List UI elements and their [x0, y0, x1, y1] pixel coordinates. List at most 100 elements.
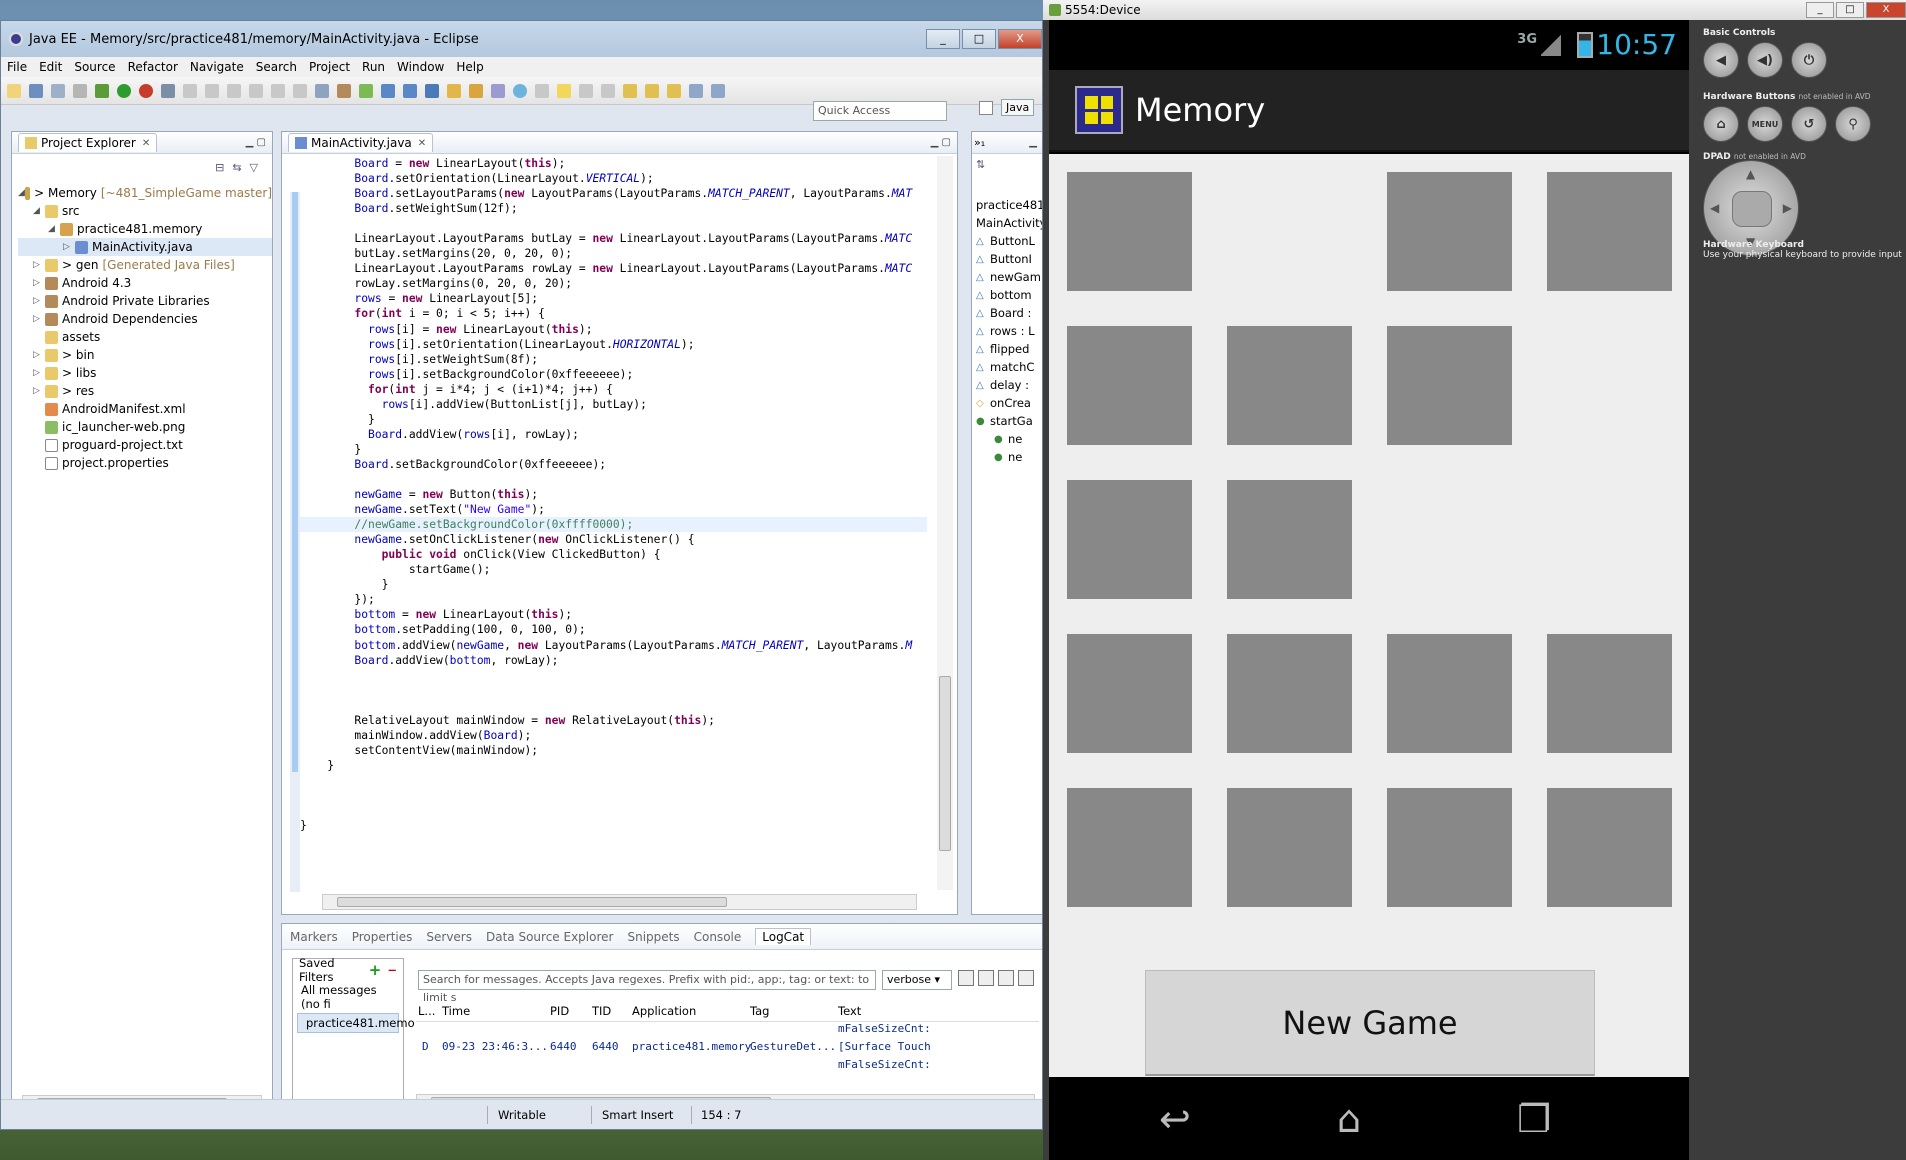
code-line[interactable]: [300, 472, 927, 487]
link-editor-icon[interactable]: ⇆: [232, 161, 241, 174]
menu-search[interactable]: Search: [256, 60, 297, 74]
code-line[interactable]: [300, 788, 927, 803]
memory-tile[interactable]: [1227, 788, 1352, 907]
save-icon[interactable]: [29, 83, 43, 98]
expand-toggle-icon[interactable]: ▷: [63, 242, 75, 252]
terminate-icon[interactable]: [227, 83, 241, 98]
tab-markers[interactable]: Markers: [290, 930, 338, 944]
outline-item[interactable]: △ matchC: [976, 358, 1042, 376]
code-line[interactable]: RelativeLayout mainWindow = new Relative…: [300, 713, 927, 728]
tab-mainactivity[interactable]: MainActivity.java ✕: [288, 133, 434, 152]
code-line[interactable]: newGame.setText("New Game");: [300, 502, 927, 517]
close-icon[interactable]: ✕: [142, 138, 150, 149]
log-row[interactable]: mFalseSizeCnt:: [416, 1058, 1039, 1076]
outline-item[interactable]: ● ne: [976, 448, 1042, 466]
menu-file[interactable]: File: [7, 60, 27, 74]
tab-logcat[interactable]: LogCat: [755, 928, 812, 945]
code-line[interactable]: newGame = new Button(this);: [300, 487, 927, 502]
memory-tile[interactable]: [1547, 172, 1672, 291]
code-line[interactable]: }: [300, 412, 927, 427]
quick-access-input[interactable]: Quick Access: [813, 101, 947, 121]
outline-item[interactable]: △ ButtonL: [976, 232, 1042, 250]
memory-tile[interactable]: [1067, 480, 1192, 599]
editor-hscroll[interactable]: [322, 894, 917, 910]
outline-item[interactable]: ● ne: [976, 430, 1042, 448]
memory-tile[interactable]: [1227, 326, 1352, 445]
outline-item[interactable]: ◇ onCrea: [976, 394, 1042, 412]
tree-item[interactable]: ◢ src: [18, 202, 272, 220]
code-line[interactable]: bottom.addView(newGame, new LayoutParams…: [300, 638, 927, 653]
code-line[interactable]: rows[i].setOrientation(LinearLayout.HORI…: [300, 337, 927, 352]
code-line[interactable]: Board.setWeightSum(12f);: [300, 201, 927, 216]
code-line[interactable]: }: [300, 442, 927, 457]
code-line[interactable]: }: [300, 758, 927, 773]
tree-item[interactable]: ▷ Android Private Libraries: [18, 292, 272, 310]
scroll-lock-icon[interactable]: [1018, 970, 1034, 986]
server-icon[interactable]: [315, 83, 329, 98]
code-line[interactable]: [300, 668, 927, 683]
code-line[interactable]: for(int i = 0; i < 5; i++) {: [300, 306, 927, 321]
toggle-mark-icon[interactable]: [535, 83, 549, 98]
outline-class[interactable]: MainActivity: [976, 214, 1042, 232]
code-line[interactable]: Board.addView(bottom, rowLay);: [300, 653, 927, 668]
menu-help[interactable]: Help: [456, 60, 483, 74]
tree-item[interactable]: ▷ Android Dependencies: [18, 310, 272, 328]
expand-toggle-icon[interactable]: ▷: [33, 278, 45, 288]
code-line[interactable]: LinearLayout.LayoutParams butLay = new L…: [300, 231, 927, 246]
memory-tile[interactable]: [1067, 172, 1192, 291]
code-line[interactable]: LinearLayout.LayoutParams rowLay = new L…: [300, 261, 927, 276]
code-line[interactable]: rows[i] = new LinearLayout(this);: [300, 322, 927, 337]
emu-maximize-button[interactable]: □: [1836, 2, 1864, 18]
code-line[interactable]: setContentView(mainWindow);: [300, 743, 927, 758]
code-line[interactable]: }: [300, 818, 927, 833]
back-hw-icon[interactable]: ↺: [1791, 106, 1827, 142]
code-line[interactable]: Board.addView(rows[i], rowLay);: [300, 427, 927, 442]
menu-navigate[interactable]: Navigate: [190, 60, 244, 74]
expand-toggle-icon[interactable]: ◢: [33, 206, 45, 216]
code-line[interactable]: [300, 683, 927, 698]
expand-toggle-icon[interactable]: ▷: [33, 368, 45, 378]
tree-item[interactable]: assets: [18, 328, 272, 346]
home-hw-icon[interactable]: ⌂: [1703, 106, 1739, 142]
code-line[interactable]: Board.setLayoutParams(new LayoutParams(L…: [300, 186, 927, 201]
tree-item[interactable]: ◢ > Memory [~481_SimpleGame master]: [18, 184, 272, 202]
run-icon[interactable]: [117, 83, 131, 98]
code-line[interactable]: [300, 216, 927, 231]
suspend-icon[interactable]: [205, 83, 219, 98]
code-line[interactable]: Board.setBackgroundColor(0xffeeeeee);: [300, 457, 927, 472]
expand-toggle-icon[interactable]: ▷: [33, 296, 45, 306]
col-application[interactable]: Application: [632, 1004, 696, 1018]
tab-data-source-explorer[interactable]: Data Source Explorer: [486, 930, 613, 944]
menu-hw-button[interactable]: MENU: [1747, 106, 1783, 142]
forward-icon[interactable]: [711, 83, 725, 98]
menu-edit[interactable]: Edit: [39, 60, 62, 74]
col-pid[interactable]: PID: [550, 1004, 569, 1018]
filter-practice481[interactable]: practice481.memo: [297, 1013, 415, 1033]
open-perspective-icon[interactable]: [979, 100, 993, 115]
outline-item[interactable]: △ bottom: [976, 286, 1042, 304]
code-line[interactable]: rows[i].addView(ButtonList[j], butLay);: [300, 397, 927, 412]
tree-item[interactable]: AndroidManifest.xml: [18, 400, 272, 418]
code-line[interactable]: });: [300, 592, 927, 607]
back-icon[interactable]: [689, 83, 703, 98]
prev-annotation-icon[interactable]: [645, 83, 659, 98]
print-icon[interactable]: [73, 83, 87, 98]
log-row[interactable]: D 09-23 23:46:3... 6440 6440 practice481.mem…: [416, 1040, 1039, 1058]
step-into-icon[interactable]: [249, 83, 263, 98]
memory-tile[interactable]: [1387, 326, 1512, 445]
external-tools-icon[interactable]: [139, 83, 153, 98]
code-line[interactable]: butLay.setMargins(20, 0, 20, 0);: [300, 246, 927, 261]
memory-tile[interactable]: [1387, 172, 1512, 291]
code-line[interactable]: [300, 773, 927, 788]
power-icon[interactable]: ⏻: [1791, 42, 1827, 78]
search-hw-icon[interactable]: ⚲: [1835, 106, 1871, 142]
open-type-icon[interactable]: [447, 83, 461, 98]
memory-tile[interactable]: [1547, 788, 1672, 907]
show-whitespace-icon[interactable]: [579, 83, 593, 98]
memory-tile[interactable]: [1387, 788, 1512, 907]
code-line[interactable]: public void onClick(View ClickedButton) …: [300, 547, 927, 562]
volume-up-icon[interactable]: ◀): [1747, 42, 1783, 78]
memory-tile[interactable]: [1227, 634, 1352, 753]
next-annotation-icon[interactable]: [623, 83, 637, 98]
minimize-button[interactable]: _: [926, 29, 960, 49]
